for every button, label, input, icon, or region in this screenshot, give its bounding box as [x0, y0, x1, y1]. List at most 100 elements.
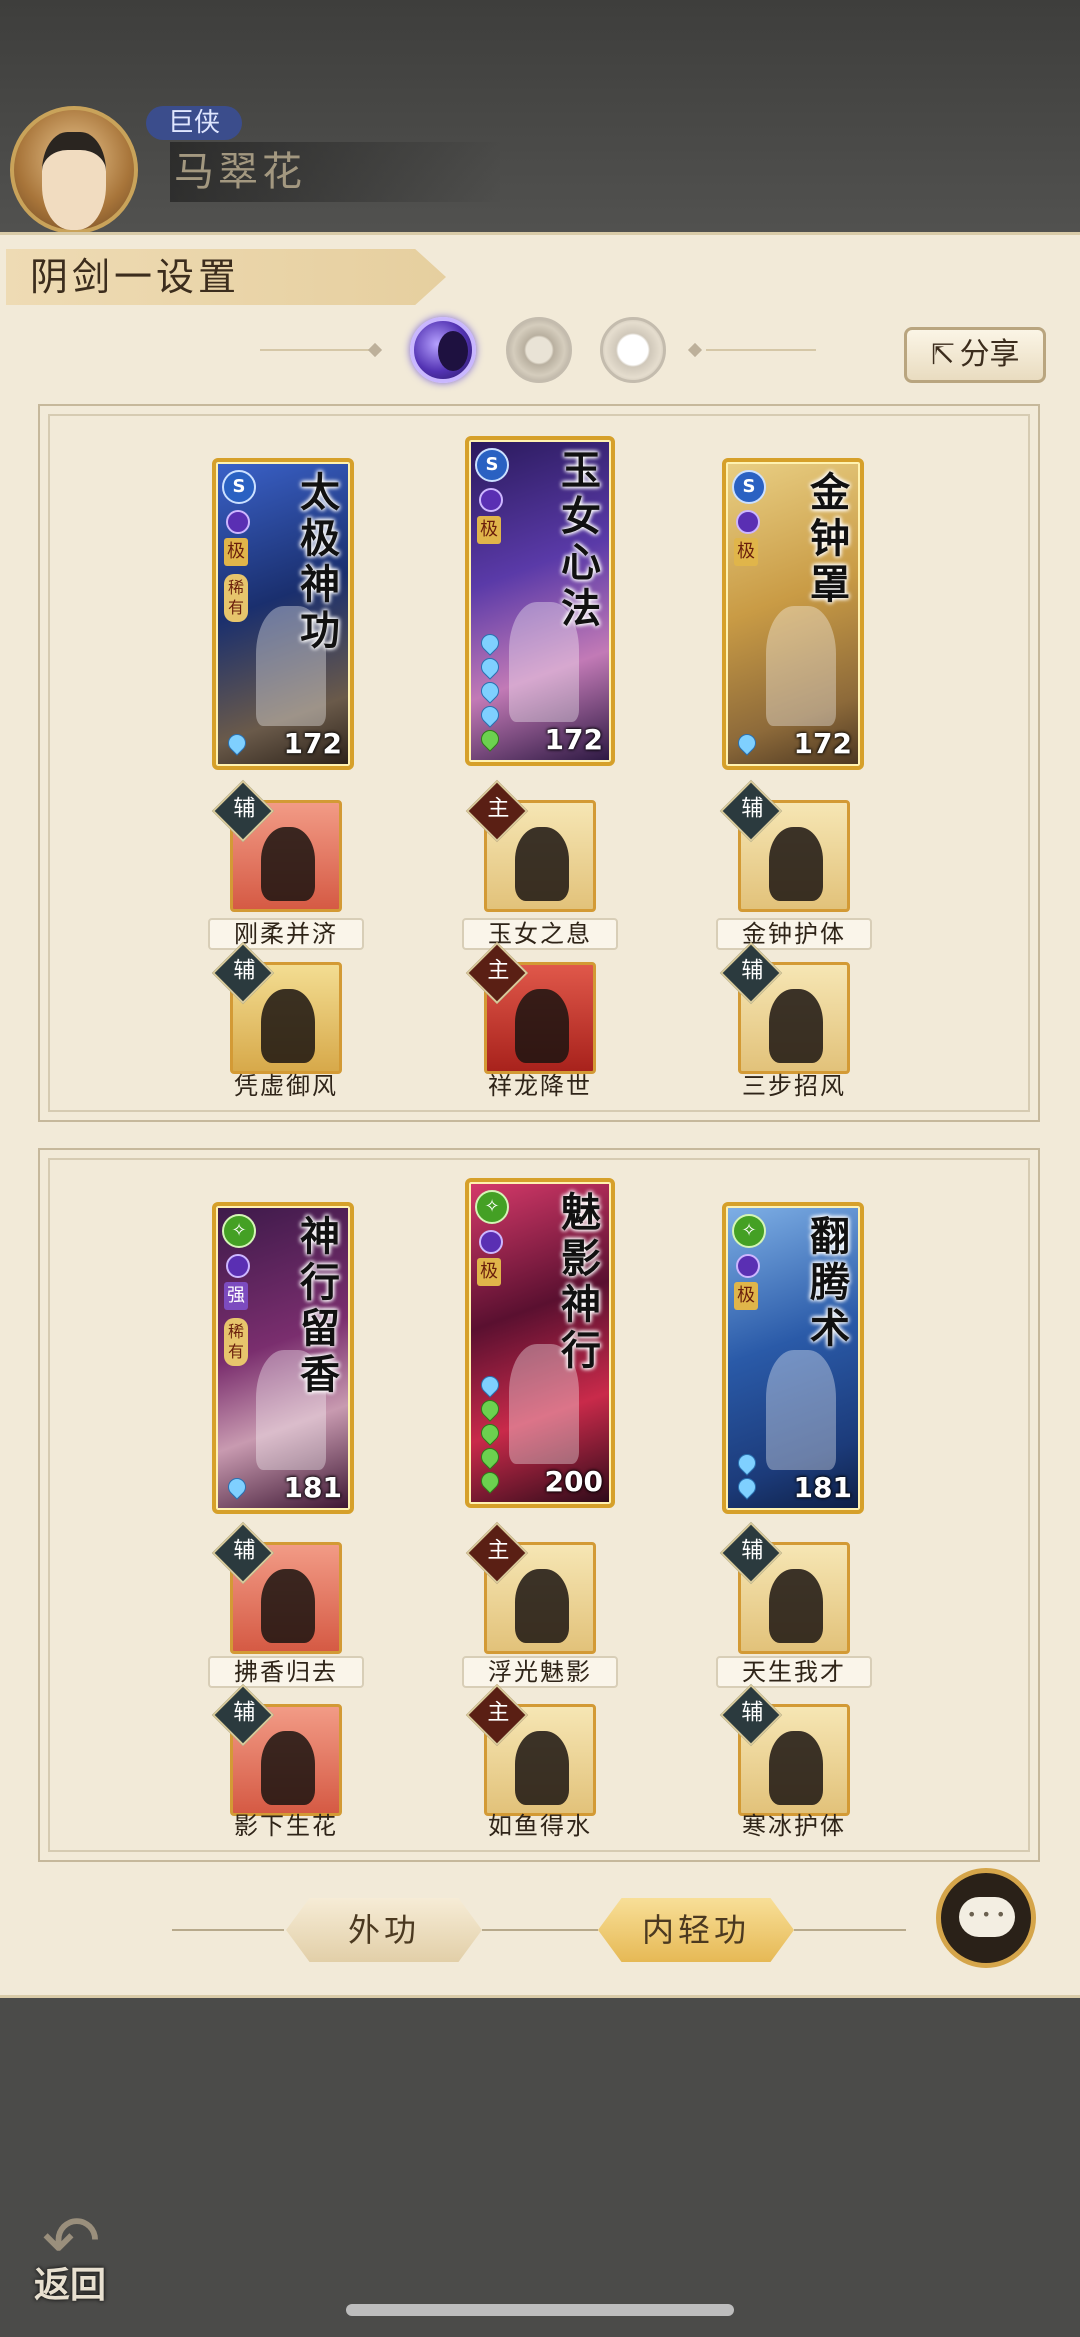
- card-drops: [734, 730, 760, 758]
- skill-name-label: 祥龙降世: [488, 1072, 592, 1100]
- skill-icon[interactable]: 辅: [211, 941, 342, 1074]
- drop-icon: [477, 726, 503, 752]
- moon-icon: [736, 510, 760, 534]
- skill-icon[interactable]: 辅: [211, 779, 342, 912]
- card-type-icon: ✧: [475, 1190, 509, 1224]
- skill-name-label: 三步招风: [742, 1072, 846, 1100]
- card-level: 172: [793, 727, 852, 760]
- back-label: 返回: [34, 2264, 107, 2306]
- drop-icon: [734, 730, 760, 756]
- skill-icon[interactable]: 辅: [719, 779, 850, 912]
- card-drops: [477, 1372, 503, 1496]
- home-indicator[interactable]: [346, 2304, 734, 2316]
- drop-icon: [477, 1420, 503, 1446]
- card-type-icon: S: [222, 470, 256, 504]
- yang-orb-tab[interactable]: [600, 317, 666, 383]
- card-title: 太极神功: [300, 469, 340, 654]
- panel-title: 阴剑一设置: [6, 249, 446, 305]
- drop-icon: [477, 678, 503, 704]
- card-slot-2[interactable]: S 极 玉女心法 172: [465, 436, 615, 766]
- drop-icon: [734, 1474, 760, 1500]
- skill-name-label: 凭虚御风: [234, 1072, 338, 1100]
- card-slot-5[interactable]: ✧ 极 魅影神行 200: [465, 1178, 615, 1508]
- skill-icon[interactable]: 主: [465, 779, 596, 912]
- tab-outer-skill[interactable]: 外功: [286, 1898, 482, 1962]
- chat-button[interactable]: [936, 1868, 1036, 1968]
- skill-icon[interactable]: 辅: [719, 941, 850, 1074]
- diamond-ornament: [687, 342, 703, 358]
- skill-icon[interactable]: 主: [465, 1683, 596, 1816]
- tab-line-right: [794, 1929, 906, 1931]
- card-rank: 极: [734, 1282, 758, 1310]
- skill-name-label: 影下生花: [234, 1812, 338, 1840]
- card-rank: 极: [224, 538, 248, 566]
- share-button[interactable]: ⇱ 分享: [904, 327, 1046, 383]
- card-rank: 强: [224, 1282, 248, 1310]
- skill-silhouette: [261, 1569, 315, 1643]
- moon-icon: [479, 1230, 503, 1254]
- skill-silhouette: [769, 1731, 823, 1805]
- skill-icon[interactable]: 主: [465, 1521, 596, 1654]
- skill-icon[interactable]: 主: [465, 941, 596, 1074]
- card-level: 200: [544, 1465, 603, 1498]
- skill-name-label: 浮光魅影: [462, 1656, 618, 1688]
- tab-line-left: [172, 1929, 284, 1931]
- card-type-icon: S: [475, 448, 509, 482]
- card-slot-6[interactable]: ✧ 极 翻腾术 181: [722, 1202, 864, 1514]
- skill-name-label: 拂香归去: [208, 1656, 364, 1688]
- moon-icon: [226, 1254, 250, 1278]
- drop-icon: [734, 1450, 760, 1476]
- card-slot-4[interactable]: ✧ 强 稀有 神行留香 181: [212, 1202, 354, 1514]
- card-drops: [734, 1450, 760, 1502]
- hero-header: 巨侠 马翠花: [0, 100, 520, 240]
- character-art: [766, 606, 836, 726]
- hero-avatar[interactable]: [10, 106, 138, 234]
- card-type-icon: S: [732, 470, 766, 504]
- card-type-icon: ✧: [222, 1214, 256, 1248]
- skill-silhouette: [515, 827, 569, 901]
- chat-bubble-icon: [959, 1897, 1015, 1937]
- skill-icon[interactable]: 辅: [719, 1683, 850, 1816]
- card-type-icon: ✧: [732, 1214, 766, 1248]
- card-level: 172: [544, 723, 603, 756]
- skill-silhouette: [515, 1569, 569, 1643]
- share-icon: ⇱: [930, 337, 956, 372]
- moon-icon: [479, 488, 503, 512]
- tab-inner-skill[interactable]: 内轻功: [598, 1898, 794, 1962]
- card-slot-1[interactable]: S 极 稀有 太极神功 172: [212, 458, 354, 770]
- skill-name-label: 寒冰护体: [742, 1812, 846, 1840]
- back-button[interactable]: ↶ 返回: [28, 2200, 148, 2306]
- yin-orb-tab[interactable]: [410, 317, 476, 383]
- skill-icon[interactable]: 辅: [719, 1521, 850, 1654]
- drop-icon: [477, 1372, 503, 1398]
- card-rank: 极: [734, 538, 758, 566]
- skill-silhouette: [769, 989, 823, 1063]
- skill-name-label: 金钟护体: [716, 918, 872, 950]
- card-title: 玉女心法: [561, 447, 601, 632]
- tab-line-middle: [482, 1929, 598, 1931]
- drop-icon: [477, 654, 503, 680]
- drop-icon: [477, 1396, 503, 1422]
- drop-icon: [224, 730, 250, 756]
- hero-face: [42, 132, 106, 230]
- card-level: 181: [793, 1471, 852, 1504]
- character-art: [766, 1350, 836, 1470]
- card-rare-tag: 稀有: [224, 1318, 248, 1366]
- skill-icon[interactable]: 辅: [211, 1521, 342, 1654]
- card-title: 魅影神行: [561, 1189, 601, 1374]
- card-rank: 极: [477, 1258, 501, 1286]
- skill-icon[interactable]: 辅: [211, 1683, 342, 1816]
- neutral-orb-tab[interactable]: [506, 317, 572, 383]
- moon-icon: [226, 510, 250, 534]
- orb-line-right: [706, 349, 816, 351]
- drop-icon: [477, 1444, 503, 1470]
- card-title: 翻腾术: [810, 1213, 850, 1352]
- moon-icon: [736, 1254, 760, 1278]
- drop-icon: [477, 1468, 503, 1494]
- card-drops: [224, 730, 250, 758]
- card-slot-3[interactable]: S 极 金钟罩 172: [722, 458, 864, 770]
- skill-name-label: 玉女之息: [462, 918, 618, 950]
- drop-icon: [477, 702, 503, 728]
- card-title: 金钟罩: [810, 469, 850, 608]
- card-level: 181: [283, 1471, 342, 1504]
